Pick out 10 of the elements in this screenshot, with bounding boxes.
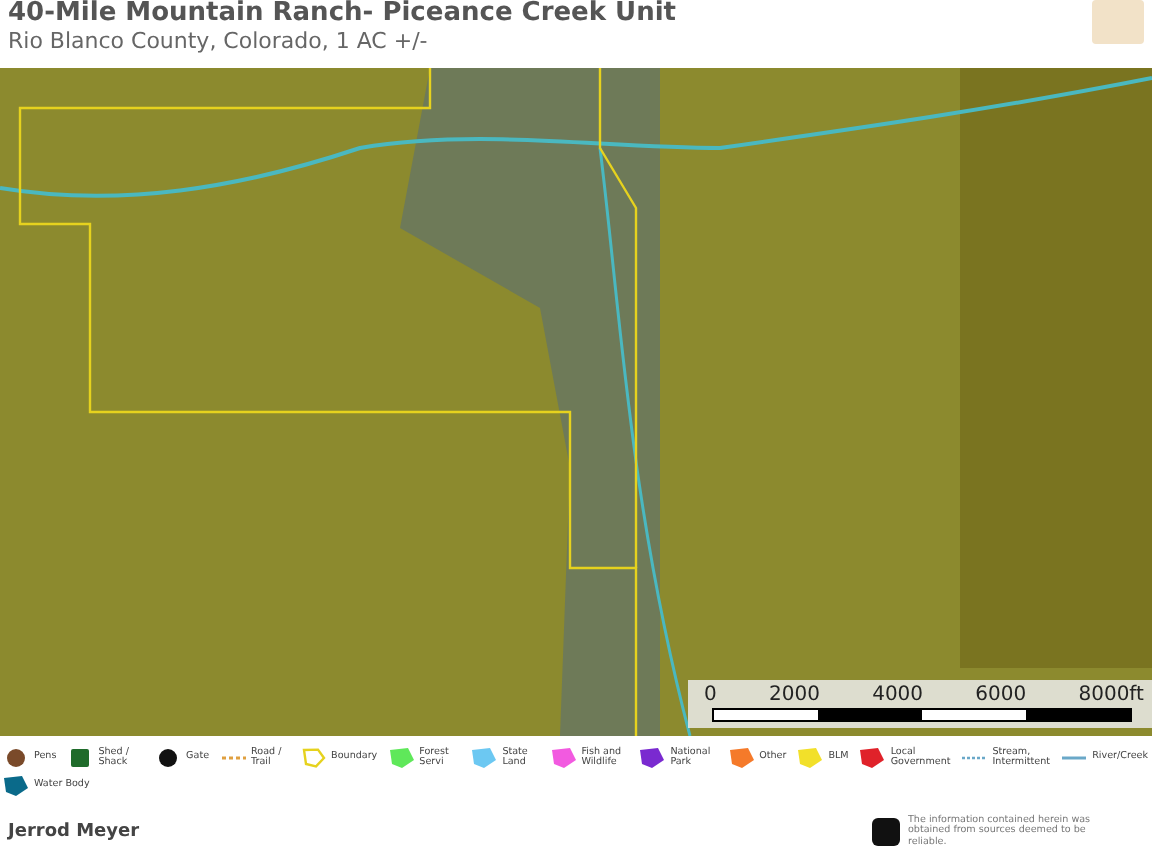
logo-icon [872,818,900,846]
scale-label: 0 [704,684,717,706]
scale-label: 2000 [769,684,820,706]
scale-label: 6000 [975,684,1027,706]
scale-label: 8000ft [1078,684,1144,706]
scale-label: 4000 [872,684,924,706]
map-subtitle: Rio Blanco County, Colorado, 1 AC +/- [8,28,430,54]
map-title: 40-Mile Mountain Ranch- Piceance Creek Unit [8,0,677,28]
agent-name: Jerrod Meyer [8,822,140,842]
logo-badge [1092,0,1144,44]
